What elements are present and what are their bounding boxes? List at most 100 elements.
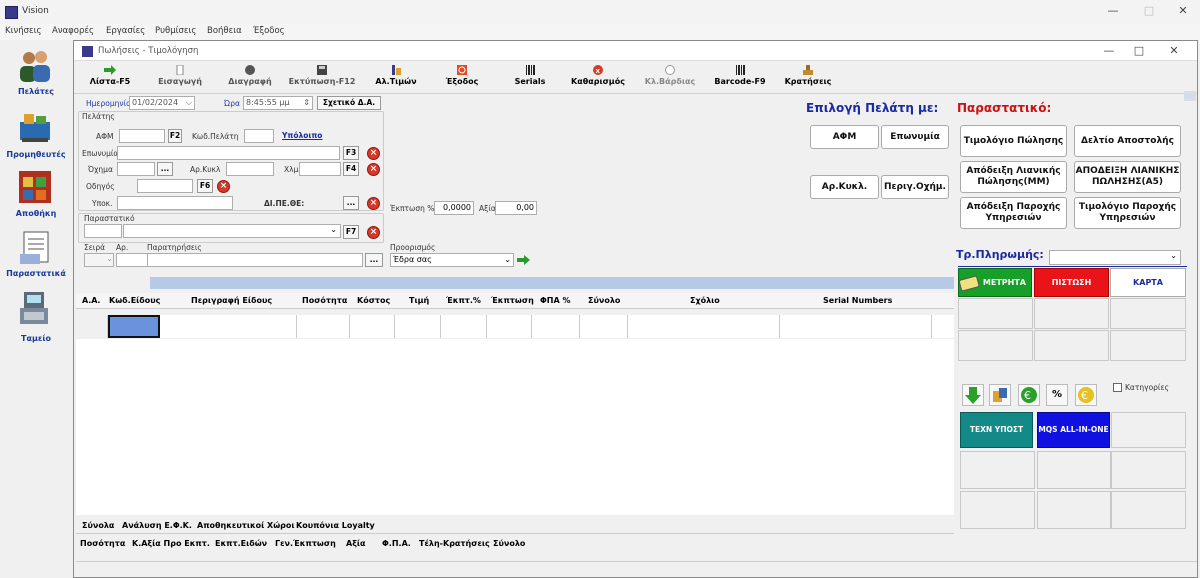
category-slot[interactable]	[1037, 451, 1111, 489]
tab-efk-analysis[interactable]: Ανάλυση Ε.Φ.Κ.	[122, 521, 192, 530]
sales-invoice-button[interactable]: Τιμολόγιο Πώλησης	[960, 125, 1067, 157]
retail-receipt-mm-button[interactable]: Απόδειξη Λιανικής Πώλησης(ΜΜ)	[960, 161, 1067, 193]
exit-button[interactable]: Έξοδος	[436, 63, 488, 93]
col-cost[interactable]: Κόστος	[357, 296, 390, 305]
payment-slot[interactable]	[958, 330, 1033, 361]
f4-button[interactable]: F4	[343, 162, 359, 176]
euro-green-button[interactable]: €	[1018, 384, 1040, 406]
notes-browse-button[interactable]: ...	[365, 253, 383, 267]
vehicle-browse-button[interactable]: ...	[157, 162, 173, 176]
value-field[interactable]: 0,00	[495, 201, 537, 215]
select-by-plate-button[interactable]: Αρ.Κυκλ.	[810, 175, 879, 199]
clear-name-icon[interactable]: ×	[367, 147, 380, 160]
afm-field[interactable]	[119, 129, 165, 143]
payment-select[interactable]: ⌄	[1049, 250, 1181, 265]
document-type-select[interactable]: ⌄	[123, 224, 341, 238]
window-close-icon[interactable]: ✕	[1159, 44, 1189, 57]
balance-link[interactable]: Υπόλοιπο	[282, 131, 322, 140]
menu-exit[interactable]: Έξοδος	[253, 26, 285, 36]
related-doc-button[interactable]: Σχετικό Δ.Α.	[317, 96, 381, 110]
comment-cell[interactable]	[628, 315, 780, 338]
description-cell[interactable]	[160, 315, 297, 338]
item-code-cell[interactable]	[108, 315, 160, 338]
discount-field[interactable]: 0,0000	[434, 201, 474, 215]
customer-code-field[interactable]	[244, 129, 274, 143]
col-serial-numbers[interactable]: Serial Numbers	[823, 296, 892, 305]
payment-slot[interactable]	[958, 298, 1033, 329]
row-number-cell[interactable]	[76, 315, 108, 338]
series-select[interactable]: ⌄	[84, 253, 114, 267]
total-cell[interactable]	[580, 315, 628, 338]
down-arrow-button[interactable]	[962, 384, 984, 406]
f7-button[interactable]: F7	[343, 225, 359, 239]
items-grid-body[interactable]	[76, 339, 954, 515]
time-field[interactable]: 8:45:55 μμ ⇕	[243, 96, 313, 110]
km-field[interactable]	[299, 162, 341, 176]
list-button[interactable]: Λίστα-F5	[82, 63, 138, 93]
discount-cell[interactable]	[487, 315, 532, 338]
col-aa[interactable]: Α.Α.	[82, 296, 100, 305]
customers-icon[interactable]	[16, 48, 54, 84]
insert-button[interactable]: Εισαγωγή	[152, 63, 208, 93]
select-by-vehicle-button[interactable]: Περιγ.Οχήμ.	[881, 175, 949, 199]
cash-register-icon[interactable]	[16, 290, 54, 326]
collapse-handle[interactable]	[1184, 91, 1196, 101]
euro-yellow-button[interactable]: €	[1075, 384, 1097, 406]
payment-cash-button[interactable]: ΜΕΤΡΗΤΑ	[958, 268, 1032, 297]
delete-button[interactable]: Διαγραφή	[222, 63, 278, 93]
barcode-button[interactable]: Barcode-F9	[710, 63, 770, 93]
payment-slot[interactable]	[1110, 330, 1186, 361]
quantity-cell[interactable]	[297, 315, 350, 338]
serials-button[interactable]: Serials	[502, 63, 558, 93]
clear-vehicle-icon[interactable]: ×	[367, 163, 380, 176]
percent-button[interactable]: %	[1046, 384, 1068, 406]
payment-slot[interactable]	[1034, 298, 1109, 329]
price-list-button[interactable]: Αλ.Τιμών	[368, 63, 424, 93]
col-price[interactable]: Τιμή	[409, 296, 429, 305]
window-maximize-icon[interactable]: □	[1124, 44, 1154, 57]
close-icon[interactable]: ✕	[1168, 4, 1198, 17]
nav-cash-register[interactable]: Ταμείο	[0, 334, 72, 343]
number-field[interactable]	[116, 253, 149, 267]
vat-pct-cell[interactable]	[532, 315, 580, 338]
vehicle-field[interactable]	[117, 162, 155, 176]
window-minimize-icon[interactable]: —	[1094, 44, 1124, 57]
warehouse-icon[interactable]	[16, 169, 54, 205]
clear-driver-icon[interactable]: ×	[217, 180, 230, 193]
clear-dipethe-icon[interactable]: ×	[367, 197, 380, 210]
menu-help[interactable]: Βοήθεια	[207, 26, 242, 36]
nav-suppliers[interactable]: Προμηθευτές	[0, 150, 72, 159]
f3-button[interactable]: F3	[343, 146, 359, 160]
menu-reports[interactable]: Αναφορές	[52, 26, 94, 36]
payment-slot[interactable]	[1110, 298, 1186, 329]
dipethe-browse-button[interactable]: ...	[343, 196, 359, 210]
nav-customers[interactable]: Πελάτες	[0, 87, 72, 96]
col-vat-pct[interactable]: ΦΠΑ %	[540, 296, 571, 305]
col-item-code[interactable]: Κωδ.Είδους	[109, 296, 160, 305]
retail-receipt-a5-button[interactable]: ΑΠΟΔΕΙΞΗ ΛΙΑΝΙΚΗΣ ΠΩΛΗΣΗΣ(Α5)	[1074, 161, 1181, 193]
category-slot[interactable]	[960, 451, 1035, 489]
col-discount-pct[interactable]: Έκπτ.%	[446, 296, 481, 305]
category-slot[interactable]	[1111, 412, 1186, 448]
mqs-all-in-one-tile[interactable]: MQS ALL-IN-ONE	[1037, 412, 1110, 448]
table-row[interactable]	[76, 315, 954, 338]
document-code-field[interactable]	[84, 224, 122, 238]
date-field[interactable]: 01/02/2024 ⌵	[129, 96, 195, 110]
nav-warehouse[interactable]: Αποθήκη	[0, 209, 72, 218]
col-total[interactable]: Σύνολο	[588, 296, 620, 305]
select-by-name-button[interactable]: Επωνυμία	[881, 125, 949, 149]
categories-checkbox[interactable]	[1113, 383, 1122, 392]
branch-field[interactable]	[117, 196, 233, 210]
tab-totals[interactable]: Σύνολα	[82, 521, 114, 530]
clear-document-icon[interactable]: ×	[367, 226, 380, 239]
category-slot[interactable]	[1037, 491, 1111, 529]
reservations-button[interactable]: Κρατήσεις	[778, 63, 838, 93]
menu-tasks[interactable]: Εργασίες	[106, 26, 145, 36]
tab-loyalty-coupons[interactable]: Κουπόνια Loyalty	[296, 521, 375, 530]
plate-field[interactable]	[226, 162, 274, 176]
payment-slot[interactable]	[1034, 330, 1109, 361]
col-quantity[interactable]: Ποσότητα	[302, 296, 347, 305]
close-shift-button[interactable]: Κλ.Βάρδιας	[640, 63, 700, 93]
payment-credit-button[interactable]: ΠΙΣΤΩΣΗ	[1034, 268, 1109, 297]
driver-field[interactable]	[137, 179, 193, 193]
